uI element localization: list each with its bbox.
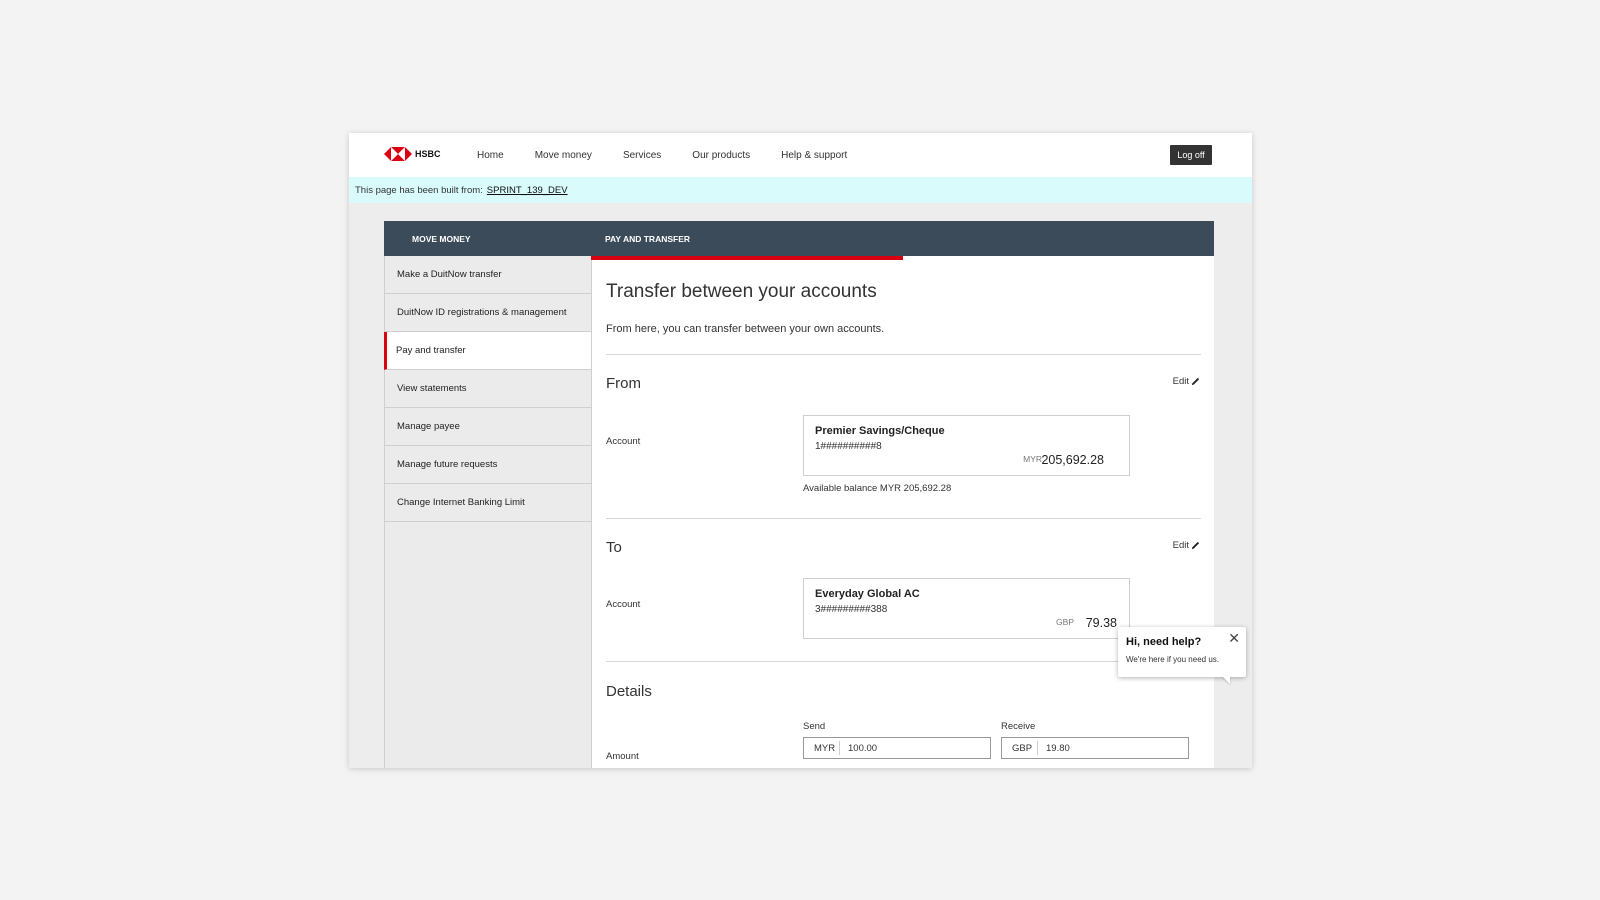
transfer-panel: Transfer between your accounts From here… — [591, 256, 1214, 768]
account-balance: 79.38 — [1085, 616, 1117, 630]
nav-services[interactable]: Services — [623, 150, 661, 161]
tab-pay-and-transfer[interactable]: PAY AND TRANSFER — [605, 221, 690, 256]
nav-move-money[interactable]: Move money — [535, 150, 592, 161]
to-edit-button[interactable]: Edit — [1173, 540, 1200, 551]
account-number: 1##########8 — [815, 441, 882, 452]
receive-amount-input[interactable]: GBP 19.80 — [1001, 737, 1189, 759]
edit-label: Edit — [1172, 376, 1189, 387]
from-heading: From — [606, 375, 641, 392]
from-account-card[interactable]: Premier Savings/Cheque 1##########8 MYR … — [803, 415, 1130, 476]
close-icon[interactable]: ✕ — [1228, 631, 1240, 645]
top-header: HSBC Home Move money Services Our produc… — [349, 133, 1252, 177]
bubble-tail — [1222, 676, 1230, 684]
help-chat-bubble[interactable]: Hi, need help? We're here if you need us… — [1118, 627, 1246, 684]
sidebar-heading: MOVE MONEY — [384, 221, 591, 256]
logo-text: HSBC — [415, 149, 441, 159]
account-balance: 205,692.28 — [1041, 453, 1104, 467]
nav-our-products[interactable]: Our products — [692, 150, 750, 161]
send-currency: MYR — [804, 741, 840, 755]
sidebar-item-manage-payee[interactable]: Manage payee — [385, 408, 591, 446]
send-value: 100.00 — [848, 742, 878, 754]
from-edit-button[interactable]: Edit — [1173, 376, 1200, 387]
hsbc-logo[interactable]: HSBC — [384, 147, 441, 161]
available-balance: Available balance MYR 205,692.28 — [803, 483, 952, 494]
nav-home[interactable]: Home — [477, 150, 504, 161]
send-amount-input[interactable]: MYR 100.00 — [803, 737, 991, 759]
notice-link[interactable]: SPRINT_139_DEV — [487, 185, 568, 196]
panel-header: PAY AND TRANSFER — [591, 221, 1214, 256]
sidebar-item-manage-future-requests[interactable]: Manage future requests — [385, 446, 591, 484]
sidebar-item-view-statements[interactable]: View statements — [385, 370, 591, 408]
receive-value: 19.80 — [1046, 742, 1070, 754]
log-off-button[interactable]: Log off — [1170, 145, 1212, 165]
page-subtitle: From here, you can transfer between your… — [606, 323, 885, 335]
divider — [606, 354, 1201, 355]
account-currency: GBP — [1056, 617, 1074, 627]
to-heading: To — [606, 539, 622, 556]
to-account-card[interactable]: Everyday Global AC 3#########388 GBP 79.… — [803, 578, 1130, 639]
divider — [606, 661, 1201, 662]
notice-text: This page has been built from: — [355, 184, 483, 196]
pencil-icon — [1191, 541, 1200, 550]
edit-label: Edit — [1172, 540, 1189, 551]
sidebar-item-duitnow-transfer[interactable]: Make a DuitNow transfer — [385, 256, 591, 294]
to-account-label: Account — [606, 599, 641, 610]
account-number: 3#########388 — [815, 604, 888, 615]
account-currency: MYR — [1023, 454, 1042, 464]
account-name: Everyday Global AC — [815, 588, 920, 600]
details-heading: Details — [606, 683, 652, 700]
sidebar-item-duitnow-id[interactable]: DuitNow ID registrations & management — [385, 294, 591, 332]
sidebar-item-pay-and-transfer[interactable]: Pay and transfer — [384, 332, 591, 370]
help-text: We're here if you need us. — [1126, 655, 1219, 664]
sidebar-menu: Make a DuitNow transfer DuitNow ID regis… — [384, 256, 591, 768]
active-tab-indicator — [591, 256, 903, 260]
receive-currency: GBP — [1002, 741, 1038, 755]
main-nav: Home Move money Services Our products He… — [477, 133, 878, 177]
sidebar-item-change-limit[interactable]: Change Internet Banking Limit — [385, 484, 591, 522]
hexagon-logo-icon — [384, 147, 412, 161]
app-window: HSBC Home Move money Services Our produc… — [349, 133, 1252, 768]
nav-help-support[interactable]: Help & support — [781, 150, 847, 161]
receive-label: Receive — [1001, 721, 1036, 732]
amount-label: Amount — [606, 751, 639, 762]
pencil-icon — [1191, 377, 1200, 386]
help-title: Hi, need help? — [1126, 636, 1202, 648]
divider — [606, 518, 1201, 519]
from-account-label: Account — [606, 436, 641, 447]
page-title: Transfer between your accounts — [606, 281, 877, 302]
send-label: Send — [803, 721, 826, 732]
build-notice: This page has been built from: SPRINT_13… — [349, 177, 1252, 203]
account-name: Premier Savings/Cheque — [815, 425, 945, 437]
